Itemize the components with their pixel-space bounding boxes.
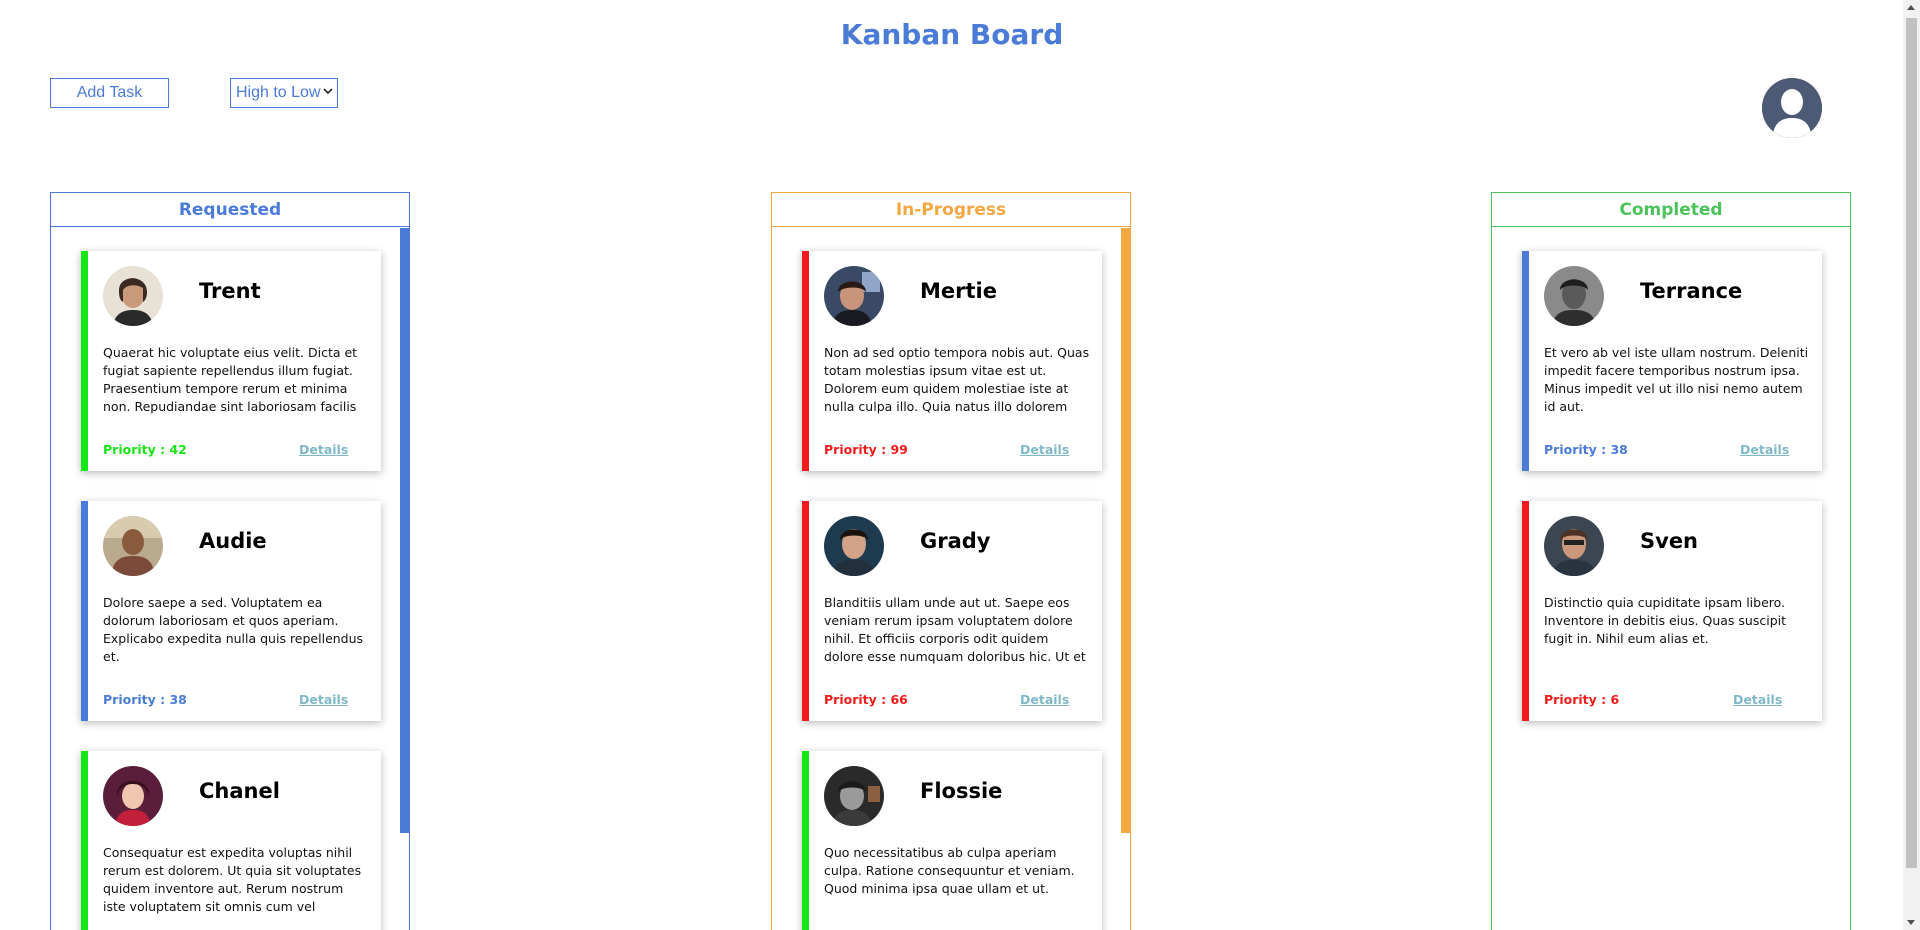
task-card[interactable]: Mertie Non ad sed optio tempora nobis au… [802,251,1102,471]
avatar [824,266,884,326]
task-card[interactable]: Audie Dolore saepe a sed. Voluptatem ea … [81,501,381,721]
details-link[interactable]: Details [1020,692,1069,707]
priority-label: Priority : 42 [103,442,187,457]
details-link[interactable]: Details [1733,692,1782,707]
details-link[interactable]: Details [299,442,348,457]
card-name: Flossie [920,779,1003,803]
avatar [824,766,884,826]
card-description: Non ad sed optio tempora nobis aut. Quas… [824,345,1090,418]
card-name: Terrance [1640,279,1743,303]
card-description: Blanditiis ullam unde aut ut. Saepe eos … [824,595,1086,668]
column-scroll-bar[interactable] [400,228,409,833]
task-card[interactable]: Grady Blanditiis ullam unde aut ut. Saep… [802,501,1102,721]
card-description: Dolore saepe a sed. Voluptatem ea doloru… [103,595,364,664]
avatar [103,516,163,576]
avatar [824,516,884,576]
priority-label: Priority : 38 [103,692,187,707]
priority-label: Priority : 38 [1544,442,1628,457]
scroll-down-icon[interactable] [1907,920,1915,925]
column-title: In-Progress [772,193,1130,227]
priority-label: Priority : 66 [824,692,908,707]
column-body: Terrance Et vero ab vel iste ullam nostr… [1492,228,1850,930]
card-name: Audie [199,529,267,553]
column-title: Requested [51,193,409,227]
column-body: Trent Quaerat hic voluptate eius velit. … [51,228,409,930]
column-scroll-bar[interactable] [1121,228,1130,833]
avatar [103,766,163,826]
card-name: Sven [1640,529,1699,553]
card-description: Quo necessitatibus ab culpa aperiam culp… [824,845,1075,896]
column-requested: Requested Trent Quaerat hic voluptate ei… [50,192,410,930]
task-card[interactable]: Sven Distinctio quia cupiditate ipsam li… [1522,501,1822,721]
avatar [1544,516,1604,576]
priority-sort-select[interactable]: High to Low [230,78,338,108]
task-card[interactable]: Chanel Consequatur est expedita voluptas… [81,751,381,930]
card-name: Trent [199,279,261,303]
card-name: Mertie [920,279,997,303]
user-avatar-icon [1762,78,1822,138]
column-completed: Completed Terrance Et vero ab vel iste u… [1491,192,1851,930]
page-title: Kanban Board [840,18,1064,51]
card-description: Et vero ab vel iste ullam nostrum. Delen… [1544,345,1809,414]
profile-avatar[interactable] [1762,78,1822,138]
card-name: Chanel [199,779,280,803]
column-in-progress: In-Progress Mertie Non ad sed optio temp… [771,192,1131,930]
task-card[interactable]: Terrance Et vero ab vel iste ullam nostr… [1522,251,1822,471]
details-link[interactable]: Details [1020,442,1069,457]
sort-selected-value: High to Low [236,84,321,101]
scrollbar-thumb[interactable] [1906,18,1917,868]
chevron-down-icon [323,88,333,95]
card-description: Quaerat hic voluptate eius velit. Dicta … [103,345,358,418]
task-card[interactable]: Flossie Quo necessitatibus ab culpa aper… [802,751,1102,930]
task-card[interactable]: Trent Quaerat hic voluptate eius velit. … [81,251,381,471]
avatar [1544,266,1604,326]
column-body: Mertie Non ad sed optio tempora nobis au… [772,228,1130,930]
card-description: Consequatur est expedita voluptas nihil … [103,845,362,918]
card-description: Distinctio quia cupiditate ipsam libero.… [1544,595,1787,646]
scroll-up-icon[interactable] [1907,5,1915,10]
details-link[interactable]: Details [1740,442,1789,457]
priority-label: Priority : 99 [824,442,908,457]
column-title: Completed [1492,193,1850,227]
add-task-button[interactable]: Add Task [50,78,169,108]
page-scrollbar[interactable] [1903,0,1920,930]
priority-label: Priority : 6 [1544,692,1620,707]
details-link[interactable]: Details [299,692,348,707]
avatar [103,266,163,326]
card-name: Grady [920,529,991,553]
